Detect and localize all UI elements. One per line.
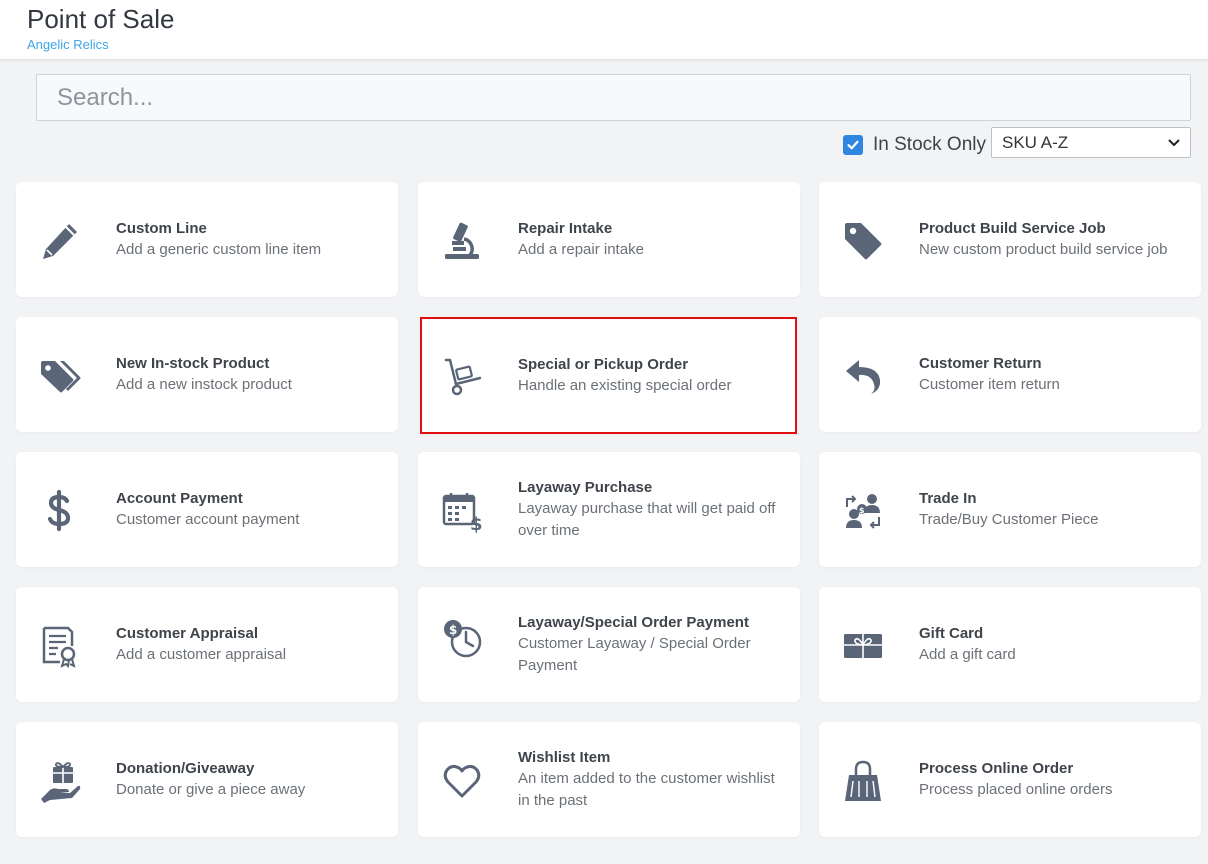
action-card-account-payment[interactable]: Account Payment Customer account payment <box>16 452 398 567</box>
card-description: Customer item return <box>919 375 1060 393</box>
search-input[interactable] <box>36 74 1191 121</box>
people-exchange-icon: $ <box>841 489 885 533</box>
card-title: Layaway/Special Order Payment <box>518 613 749 631</box>
card-description: Trade/Buy Customer Piece <box>919 510 1099 528</box>
in-stock-label[interactable]: In Stock Only <box>873 133 986 157</box>
action-card-gift-card[interactable]: Gift Card Add a gift card <box>819 587 1201 702</box>
card-description: New custom product build service job <box>919 240 1168 258</box>
tag-icon <box>841 219 885 263</box>
card-description: Add a gift card <box>919 645 1016 663</box>
card-description: Add a new instock product <box>116 375 292 393</box>
card-title: Special or Pickup Order <box>518 355 689 373</box>
card-title: Product Build Service Job <box>919 219 1106 237</box>
tags-icon <box>38 354 82 398</box>
chevron-down-icon <box>1168 139 1180 146</box>
action-card-special-pickup-order[interactable]: Special or Pickup Order Handle an existi… <box>420 317 797 434</box>
action-card-customer-appraisal[interactable]: Customer Appraisal Add a customer apprai… <box>16 587 398 702</box>
card-title: Process Online Order <box>919 759 1074 777</box>
microscope-icon <box>440 219 484 263</box>
gift-card-icon <box>841 624 885 668</box>
action-card-custom-line[interactable]: Custom Line Add a generic custom line it… <box>16 182 398 297</box>
card-title: Customer Return <box>919 354 1042 372</box>
card-title: Account Payment <box>116 489 243 507</box>
hand-gift-icon <box>38 759 82 803</box>
svg-text:$: $ <box>859 506 865 515</box>
calendar-dollar-icon: $ <box>440 489 484 533</box>
card-title: Customer Appraisal <box>116 624 258 642</box>
card-description: Add a customer appraisal <box>116 645 287 663</box>
action-card-layaway-special-order-payment[interactable]: $ Layaway/Special Order Payment Customer… <box>418 587 800 702</box>
action-card-process-online-order[interactable]: Process Online Order Process placed onli… <box>819 722 1201 837</box>
action-card-wishlist-item[interactable]: Wishlist Item An item added to the custo… <box>418 722 800 837</box>
card-title: Repair Intake <box>518 219 613 237</box>
card-description: Customer Layaway / Special Order Payment <box>518 634 751 674</box>
card-title: Layaway Purchase <box>518 478 653 496</box>
clock-dollar-icon: $ <box>440 617 484 661</box>
action-card-layaway-purchase[interactable]: $ Layaway Purchase Layaway purchase that… <box>418 452 800 567</box>
sort-selected-value: SKU A-Z <box>1002 132 1069 152</box>
return-arrow-icon <box>841 354 885 398</box>
sort-select[interactable]: SKU A-Z <box>991 127 1191 158</box>
card-description: Donate or give a piece away <box>116 780 306 798</box>
svg-text:$: $ <box>470 514 483 533</box>
card-title: Gift Card <box>919 624 984 642</box>
card-description: Add a repair intake <box>518 240 644 258</box>
action-card-new-instock-product[interactable]: New In-stock Product Add a new instock p… <box>16 317 398 432</box>
card-description: Add a generic custom line item <box>116 240 322 258</box>
app-header: Point of Sale Angelic Relics <box>0 0 1208 59</box>
card-description: Handle an existing special order <box>518 376 732 394</box>
action-card-trade-in[interactable]: $ Trade In Trade/Buy Customer Piece <box>819 452 1201 567</box>
shopping-bag-icon <box>841 759 885 803</box>
card-title: Donation/Giveaway <box>116 759 255 777</box>
card-description: Process placed online orders <box>919 780 1113 798</box>
certificate-icon <box>38 624 82 668</box>
hand-truck-icon <box>440 354 484 398</box>
dollar-icon <box>38 489 82 533</box>
card-title: Wishlist Item <box>518 748 611 766</box>
card-title: Trade In <box>919 489 977 507</box>
action-card-product-build-service-job[interactable]: Product Build Service Job New custom pro… <box>819 182 1201 297</box>
card-description: Layaway purchase that will get paid off … <box>518 499 776 539</box>
store-name[interactable]: Angelic Relics <box>27 37 109 53</box>
card-description: An item added to the customer wishlist i… <box>518 769 775 809</box>
action-card-customer-return[interactable]: Customer Return Customer item return <box>819 317 1201 432</box>
pencil-icon <box>38 219 82 263</box>
page-title: Point of Sale <box>27 4 175 34</box>
svg-text:$: $ <box>449 623 457 637</box>
action-card-repair-intake[interactable]: Repair Intake Add a repair intake <box>418 182 800 297</box>
card-description: Customer account payment <box>116 510 300 528</box>
in-stock-checkbox[interactable] <box>843 135 863 155</box>
heart-icon <box>440 759 484 803</box>
checkmark-icon <box>847 140 859 150</box>
action-card-donation-giveaway[interactable]: Donation/Giveaway Donate or give a piece… <box>16 722 398 837</box>
card-title: New In-stock Product <box>116 354 270 372</box>
card-title: Custom Line <box>116 219 207 237</box>
